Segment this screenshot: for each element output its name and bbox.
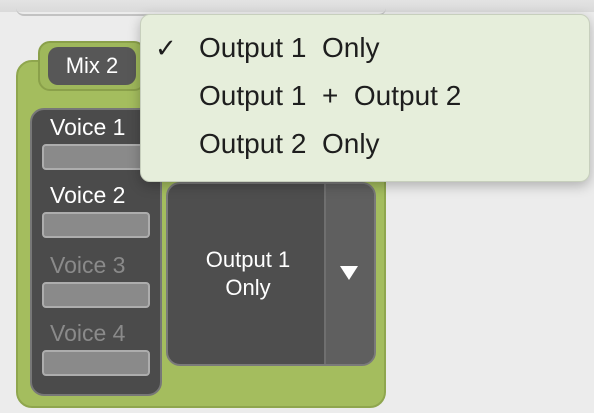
output-dropdown-menu: ✓ Output 1 Only Output 1 + Output 2 Outp… xyxy=(140,14,590,182)
voice-2-slot[interactable] xyxy=(42,212,150,238)
menu-item-output-1-plus-output-2[interactable]: Output 1 + Output 2 xyxy=(141,73,589,119)
voice-3-slot[interactable] xyxy=(42,282,150,308)
voice-4-slot[interactable] xyxy=(42,350,150,376)
output-select-value: Output 1 Only xyxy=(205,247,291,300)
menu-item-output-2-only[interactable]: Output 2 Only xyxy=(141,121,589,167)
voice-4-label: Voice 4 xyxy=(50,320,126,346)
voice-1-label: Voice 1 xyxy=(50,114,126,140)
checkmark-icon: ✓ xyxy=(155,33,177,63)
voice-3-label: Voice 3 xyxy=(50,252,126,278)
menu-item-label: Output 1 + Output 2 xyxy=(199,80,462,111)
menu-item-output-1-only[interactable]: ✓ Output 1 Only xyxy=(141,25,589,71)
output-select[interactable]: Output 1 Only xyxy=(166,182,376,366)
menu-item-label: Output 1 Only xyxy=(199,32,380,63)
triangle-down-icon xyxy=(340,266,358,280)
mix-label[interactable]: Mix 2 xyxy=(48,47,136,85)
menu-item-label: Output 2 Only xyxy=(199,128,380,159)
voice-1-slot[interactable] xyxy=(42,144,150,170)
voice-2-label: Voice 2 xyxy=(50,182,126,208)
output-select-arrow-button[interactable] xyxy=(324,184,374,364)
